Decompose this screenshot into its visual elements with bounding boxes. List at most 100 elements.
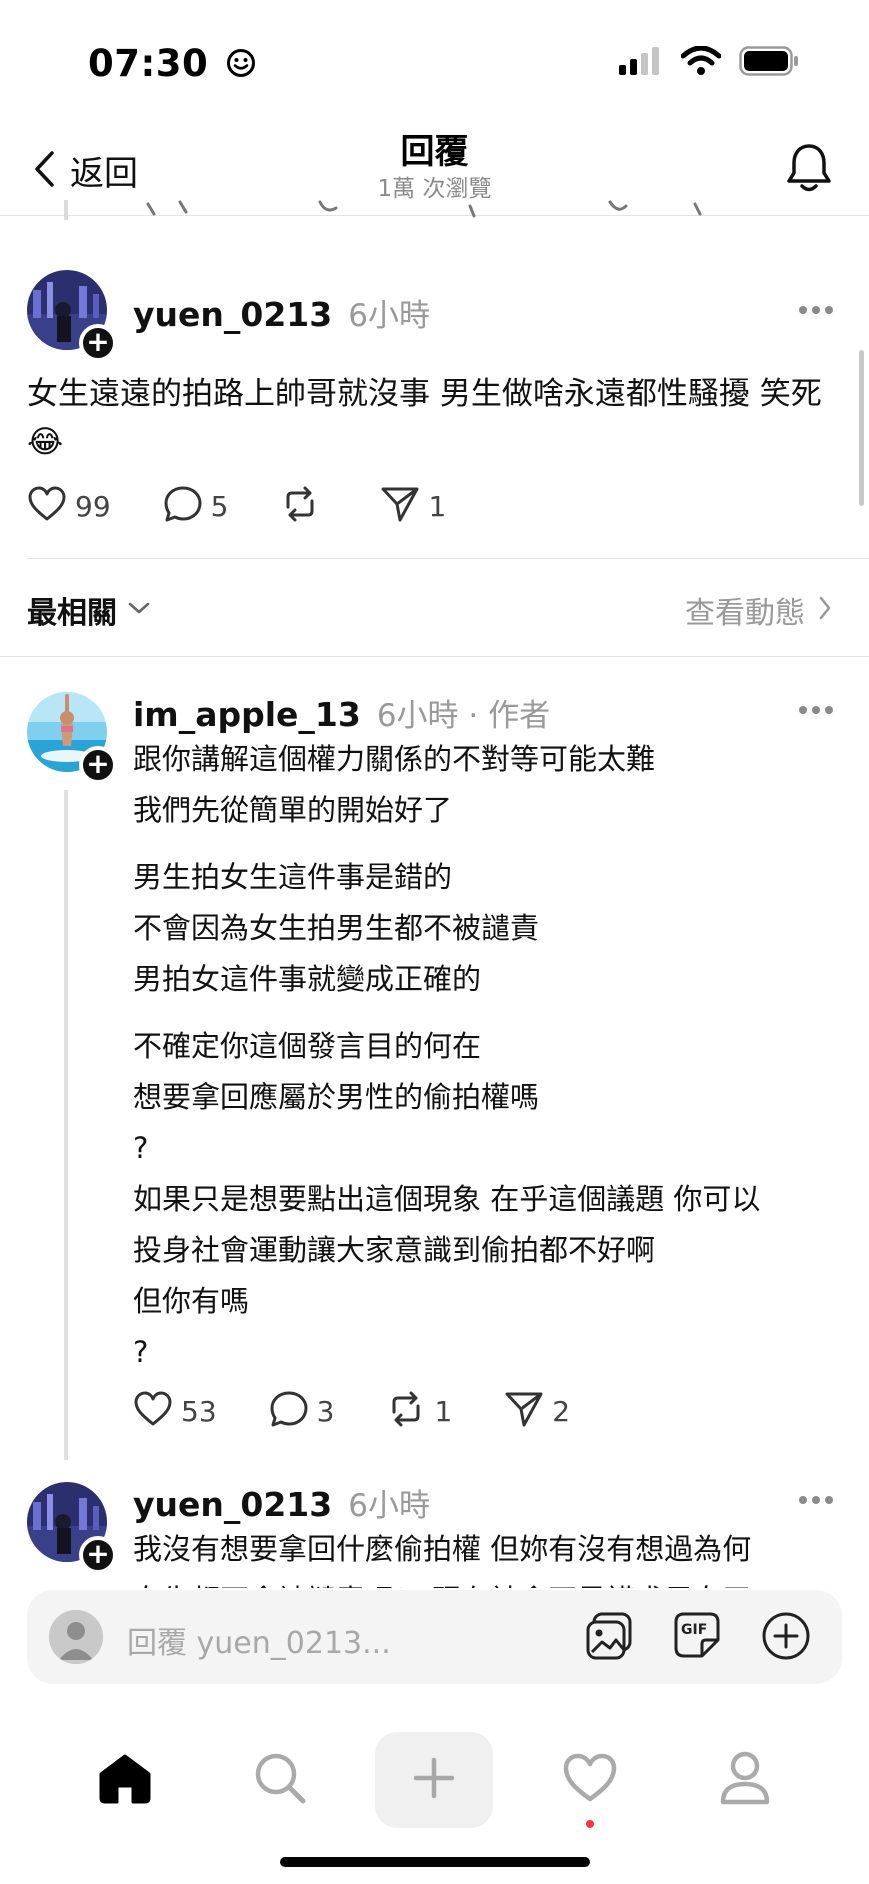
more-dot-icon xyxy=(799,306,807,314)
tab-activity[interactable] xyxy=(535,1730,645,1830)
cellular-signal-icon xyxy=(619,47,663,79)
like-button[interactable]: 99 xyxy=(27,486,111,526)
text-line: ? xyxy=(133,1335,149,1369)
text-line: 跟你講解這個權力關係的不對等可能太難 xyxy=(133,742,656,776)
plus-icon xyxy=(412,1756,456,1804)
post-time: 6小時 xyxy=(348,1488,430,1524)
composer-actions: GIF xyxy=(584,1610,812,1666)
header-title-group: 回覆 1萬 次瀏覽 xyxy=(0,130,869,204)
gif-icon[interactable]: GIF xyxy=(672,1610,724,1662)
text-line: 男拍女這件事就變成正確的 xyxy=(133,962,482,996)
more-dot-icon xyxy=(825,1496,833,1504)
tab-create[interactable] xyxy=(375,1732,493,1828)
share-button[interactable]: 2 xyxy=(504,1390,570,1432)
more-dot-icon xyxy=(825,306,833,314)
post-time: 6小時 xyxy=(348,298,430,334)
thread-line-top xyxy=(64,200,68,220)
sort-row: 最相關 查看動態 xyxy=(0,560,869,656)
post-header: im_apple_13 6小時 · 作者 xyxy=(133,690,550,735)
comment-button[interactable]: 5 xyxy=(163,485,229,527)
divider xyxy=(27,558,869,559)
reply-count: 3 xyxy=(316,1394,335,1428)
add-circle-icon[interactable] xyxy=(760,1610,812,1666)
text-line: 不會因為女生拍男生都不被譴責 xyxy=(133,911,540,945)
wifi-icon xyxy=(680,45,722,80)
chevron-right-icon xyxy=(817,595,833,625)
share-button[interactable]: 1 xyxy=(380,485,446,527)
tab-home[interactable] xyxy=(70,1730,180,1830)
repost-button[interactable]: 1 xyxy=(386,1390,452,1432)
more-options-button[interactable] xyxy=(799,1496,833,1506)
text-line: 不確定你這個發言目的何在 xyxy=(133,1029,482,1063)
avatar-wrapper[interactable]: + xyxy=(27,692,117,784)
gif-label: GIF xyxy=(681,1622,708,1638)
repost-count: 1 xyxy=(434,1394,453,1428)
speech-bubble-icon xyxy=(163,485,203,527)
text-line: 我沒有想要拿回什麼偷拍權 但妳有沒有想過為何 xyxy=(133,1532,752,1566)
text-line: 我們先從簡單的開始好了 xyxy=(133,793,453,827)
status-indicators xyxy=(619,45,799,80)
avatar xyxy=(49,1610,103,1664)
reply-composer[interactable]: 回覆 yuen_0213... GIF xyxy=(27,1590,842,1684)
comment-button[interactable]: 3 xyxy=(269,1390,335,1432)
more-options-button[interactable] xyxy=(799,706,833,716)
clock-text: 07:30 xyxy=(88,42,209,85)
username[interactable]: yuen_0213 xyxy=(133,295,332,334)
repost-icon xyxy=(280,485,320,527)
more-dot-icon xyxy=(812,1496,820,1504)
more-dot-icon xyxy=(812,706,820,714)
image-gallery-icon[interactable] xyxy=(584,1610,636,1666)
follow-plus-icon[interactable]: + xyxy=(79,324,117,362)
more-options-button[interactable] xyxy=(799,306,833,316)
text-line: 但你有嗎 xyxy=(133,1284,250,1318)
home-indicator[interactable] xyxy=(280,1857,590,1867)
reply-post: + yuen_0213 6小時 我沒有想要拿回什麼偷拍權 但妳有沒有想過為何 女… xyxy=(0,1480,869,1588)
text-line: 如果只是想要點出這個現象 在乎這個議題 你可以 xyxy=(133,1182,761,1216)
like-count: 53 xyxy=(181,1394,217,1428)
text-line: 女生都不會被譴責呢？ 現在社會不是講求男女平 xyxy=(133,1575,853,1588)
heart-icon xyxy=(562,1753,618,1807)
sort-dropdown[interactable]: 最相關 xyxy=(27,588,151,632)
more-dot-icon xyxy=(825,706,833,714)
username[interactable]: yuen_0213 xyxy=(133,1485,332,1524)
share-count: 1 xyxy=(428,489,447,523)
reply-body: 跟你講解這個權力關係的不對等可能太難 我們先從簡單的開始好了 男生拍女生這件事是… xyxy=(133,734,853,1378)
view-activity-link[interactable]: 查看動態 xyxy=(685,588,833,632)
profile-icon xyxy=(719,1750,771,1810)
follow-plus-icon[interactable]: + xyxy=(79,1536,117,1574)
notification-bell-button[interactable] xyxy=(785,142,833,198)
divider xyxy=(0,656,869,657)
scroll-indicator[interactable] xyxy=(859,350,864,506)
tab-profile[interactable] xyxy=(690,1730,800,1830)
text-line: 想要拿回應屬於男性的偷拍權嗎 xyxy=(133,1080,540,1114)
avatar-wrapper[interactable]: + xyxy=(27,1482,117,1574)
post-actions: 99 5 1 xyxy=(27,485,498,527)
bell-icon xyxy=(785,144,833,198)
share-count: 2 xyxy=(552,1394,571,1428)
follow-plus-icon[interactable]: + xyxy=(79,746,117,784)
like-button[interactable]: 53 xyxy=(133,1391,217,1431)
text-line: 男生拍女生這件事是錯的 xyxy=(133,860,453,894)
post-meta: 6小時 · 作者 xyxy=(376,698,551,734)
reply-count: 5 xyxy=(210,489,229,523)
clipped-previous-content xyxy=(140,200,720,218)
username[interactable]: im_apple_13 xyxy=(133,695,361,734)
bottom-tab-bar xyxy=(0,1700,869,1840)
send-icon xyxy=(380,485,420,527)
avatar-wrapper[interactable]: + xyxy=(27,270,117,362)
send-icon xyxy=(504,1390,544,1432)
speech-bubble-icon xyxy=(269,1390,309,1432)
search-icon xyxy=(252,1750,308,1810)
text-line: ? xyxy=(133,1131,149,1165)
tab-search[interactable] xyxy=(225,1730,335,1830)
text-line: 投身社會運動讓大家意識到偷拍都不好啊 xyxy=(133,1233,656,1267)
post-actions: 53 3 1 2 xyxy=(133,1390,622,1432)
repost-button[interactable] xyxy=(280,485,328,527)
notification-dot xyxy=(586,1820,594,1828)
more-dot-icon xyxy=(799,706,807,714)
status-bar: 07:30 xyxy=(0,0,869,120)
reply-input-placeholder[interactable]: 回覆 yuen_0213... xyxy=(127,1618,391,1662)
reply-body: 我沒有想要拿回什麼偷拍權 但妳有沒有想過為何 女生都不會被譴責呢？ 現在社會不是… xyxy=(133,1524,853,1588)
